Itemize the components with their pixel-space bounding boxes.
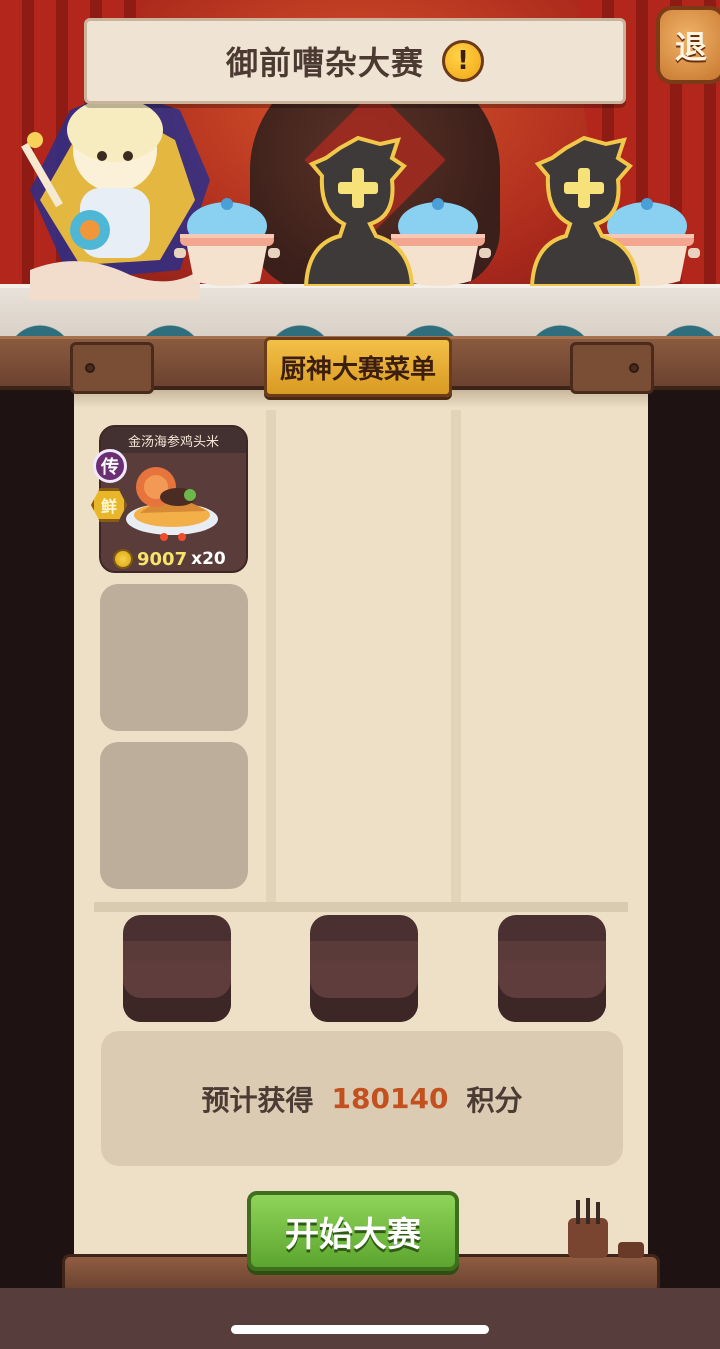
- dish-price: 9007: [137, 548, 188, 570]
- nail: [85, 363, 95, 373]
- beam-bracket-left: [70, 342, 154, 394]
- left-wall: [0, 340, 76, 1290]
- dish-image: [126, 467, 218, 541]
- empty-dish-slot[interactable]: [100, 742, 248, 889]
- coin-icon: [113, 549, 133, 569]
- beam-bracket-right: [570, 342, 654, 394]
- dish-name: 金汤海参鸡头米: [101, 427, 246, 453]
- empty-dish-slot[interactable]: [100, 584, 248, 731]
- page-title: 御前嘈杂大赛: [225, 44, 424, 82]
- start-contest-button[interactable]: 开始大赛: [247, 1191, 459, 1271]
- stage-scene: + + 御前嘈杂大赛 ! 退: [0, 0, 720, 340]
- person-silhouette-icon: [303, 135, 415, 288]
- home-indicator[interactable]: [231, 1325, 489, 1334]
- column-divider: [451, 410, 461, 902]
- judge-seat-2[interactable]: [310, 915, 418, 1022]
- column-divider: [266, 410, 276, 902]
- add-participant-slot-3[interactable]: +: [526, 135, 641, 288]
- row-divider: [94, 902, 628, 912]
- person-silhouette-icon: [529, 135, 641, 288]
- add-participant-slot-2[interactable]: +: [300, 135, 415, 288]
- alert-icon[interactable]: !: [442, 40, 484, 82]
- score-prefix: 预计获得: [201, 1083, 314, 1117]
- dish-quantity: x20: [191, 549, 226, 569]
- nail: [629, 363, 639, 373]
- bottom-bar: [0, 1288, 720, 1349]
- score-value: 180140: [331, 1082, 449, 1115]
- dish-price-row: 9007 x20: [113, 547, 226, 571]
- menu-title-tab: 厨神大赛菜单: [264, 337, 452, 397]
- judge-seat-3[interactable]: [498, 915, 606, 1022]
- soup-tureen-1: [174, 198, 280, 286]
- right-wall: [644, 340, 720, 1290]
- quit-button[interactable]: 退: [656, 6, 720, 84]
- title-banner: 御前嘈杂大赛 !: [84, 18, 626, 104]
- utensil-holder-icon: [568, 1198, 644, 1258]
- judge-seat-1[interactable]: [123, 915, 231, 1022]
- expected-score-panel: 预计获得 180140 积分: [101, 1031, 623, 1166]
- score-suffix: 积分: [466, 1083, 523, 1117]
